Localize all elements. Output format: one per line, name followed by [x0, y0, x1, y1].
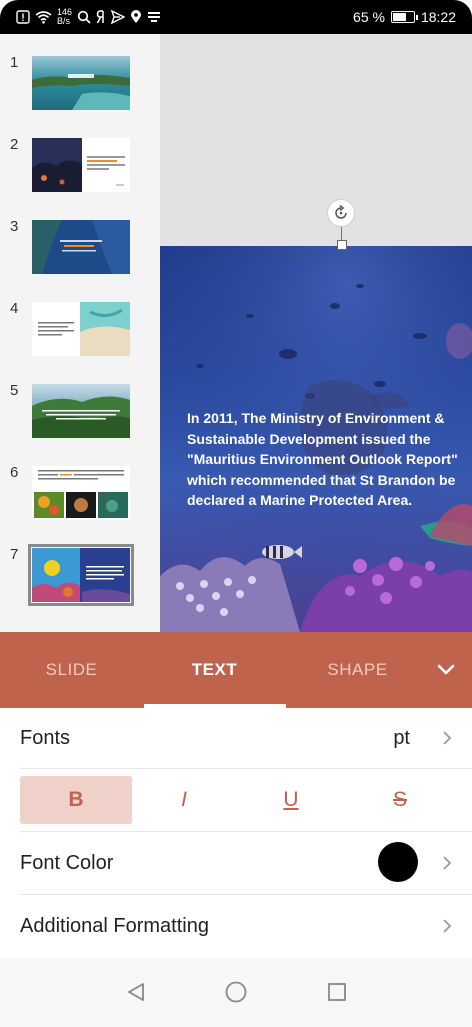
slide-canvas[interactable]: In 2011, The Ministry of Environment & S…	[160, 246, 472, 632]
search-icon	[77, 10, 91, 24]
network-speed-unit: B/s	[57, 16, 71, 26]
chevron-right-icon	[440, 919, 454, 933]
recents-button[interactable]	[321, 976, 353, 1008]
rotate-icon	[335, 204, 347, 219]
slide-thumbnail-row[interactable]: 7	[0, 544, 160, 616]
fonts-row[interactable]: Fonts pt	[0, 708, 472, 768]
font-size-unit: pt	[393, 726, 410, 749]
italic-button[interactable]: I	[128, 776, 240, 824]
slide-thumbnail[interactable]	[32, 466, 130, 520]
home-button[interactable]	[220, 976, 252, 1008]
location-icon	[130, 10, 142, 24]
battery-percent: 65 %	[353, 9, 385, 25]
strikethrough-button[interactable]: S	[344, 776, 456, 824]
slide-number: 6	[10, 464, 19, 481]
slide-thumbnail[interactable]	[32, 138, 130, 192]
slide-thumbnail-row[interactable]: 6	[0, 464, 160, 534]
slide-thumbnail[interactable]	[32, 302, 130, 356]
back-triangle-icon	[128, 983, 144, 1001]
network-speed: 146 B/s	[57, 8, 72, 26]
slide-text-box[interactable]: In 2011, The Ministry of Environment & S…	[187, 408, 472, 511]
slide-thumbnail[interactable]	[32, 220, 130, 274]
slide-thumbnail-panel[interactable]: 1 2 3 4 5 6 7	[0, 34, 160, 632]
canvas-background	[160, 34, 472, 246]
slide-text-line: declared a Marine Protected Area.	[187, 492, 413, 509]
slide-thumbnail[interactable]	[32, 384, 130, 438]
clock: 18:22	[420, 9, 456, 25]
bold-button[interactable]: B	[20, 776, 132, 824]
alert-icon	[16, 10, 30, 24]
additional-formatting-label: Additional Formatting	[20, 914, 209, 937]
resize-handle[interactable]	[337, 240, 347, 250]
home-circle-icon	[225, 981, 247, 1003]
additional-formatting-row[interactable]: Additional Formatting	[0, 895, 472, 957]
status-left: 146 B/s	[16, 8, 161, 26]
slide-number: 5	[10, 382, 19, 399]
tab-slide[interactable]: SLIDE	[0, 632, 143, 708]
yandex-icon	[96, 10, 106, 24]
chevron-down-icon	[437, 664, 455, 675]
battery-icon	[390, 11, 418, 23]
slide-number: 3	[10, 218, 19, 235]
notification-list-icon	[147, 10, 161, 24]
wifi-icon	[35, 10, 52, 24]
slide-text-line: In 2011, The Ministry of Environment &	[187, 410, 445, 426]
slide-thumbnail-row[interactable]: 4	[0, 300, 160, 370]
slide-thumbnail-selected[interactable]	[28, 544, 134, 606]
font-color-swatch[interactable]	[378, 842, 418, 882]
status-right: 65 % 18:22	[353, 9, 456, 25]
rotate-handle-connector	[341, 227, 342, 241]
slide-text-line: "Mauritius Environment Outlook Report"	[187, 451, 458, 468]
chevron-right-icon	[440, 856, 454, 870]
slide-number: 7	[10, 546, 19, 563]
rotate-handle[interactable]	[327, 199, 355, 227]
system-navigation-bar	[0, 958, 472, 1027]
fonts-label: Fonts	[20, 726, 71, 749]
divider	[20, 768, 472, 769]
slide-number: 2	[10, 136, 19, 153]
slide-thumbnail-row[interactable]: 5	[0, 382, 160, 452]
collapse-panel-button[interactable]	[434, 658, 458, 682]
tab-text[interactable]: TEXT	[143, 632, 286, 708]
chevron-right-icon	[440, 731, 454, 745]
slide-text-line: Sustainable Development issued the	[187, 430, 431, 447]
tab-shape[interactable]: SHAPE	[286, 632, 429, 708]
slide-number: 4	[10, 300, 19, 317]
slide-thumbnail[interactable]	[32, 56, 130, 110]
status-bar: 146 B/s 65 % 18:22	[0, 0, 472, 34]
send-icon	[111, 10, 126, 24]
slide-thumbnail-row[interactable]: 1	[0, 54, 160, 124]
slide-thumbnail-row[interactable]: 2	[0, 136, 160, 206]
format-tab-bar: SLIDE TEXT SHAPE	[0, 632, 472, 708]
font-color-label: Font Color	[20, 851, 114, 874]
recents-square-icon	[328, 983, 346, 1001]
slide-number: 1	[10, 54, 19, 71]
slide-thumbnail-row[interactable]: 3	[0, 218, 160, 288]
underline-button[interactable]: U	[235, 776, 347, 824]
back-button[interactable]	[120, 976, 152, 1008]
slide-text-line: which recommended that St Brandon be	[187, 471, 456, 488]
